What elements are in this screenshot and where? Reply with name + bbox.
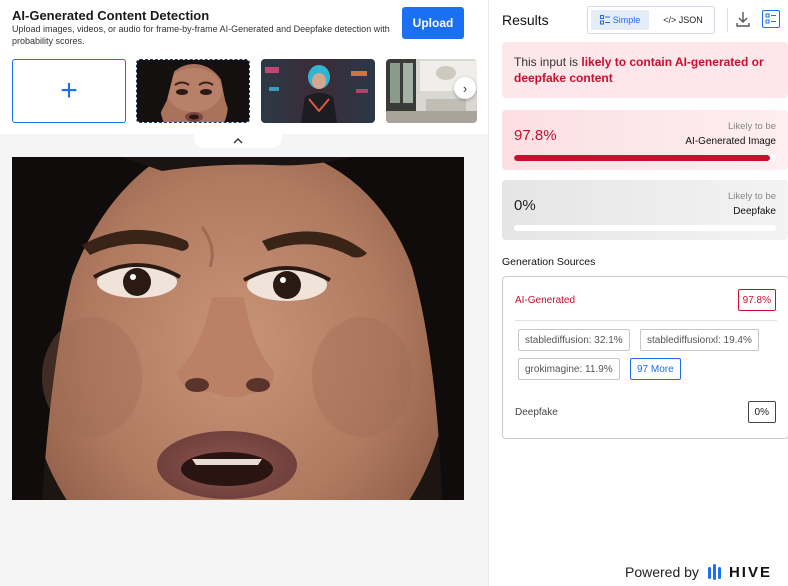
ai-generated-score-card: 97.8% Likely to be AI-Generated Image bbox=[502, 110, 788, 170]
json-view-label: </> JSON bbox=[663, 15, 703, 25]
results-panel: Results Simple </> JSON This input is li… bbox=[488, 0, 788, 586]
thumbnail-strip: + bbox=[12, 59, 477, 124]
source-chip: stablediffusion: 32.1% bbox=[518, 329, 630, 351]
deepfake-badge: 0% bbox=[747, 401, 776, 423]
download-icon[interactable] bbox=[735, 10, 751, 28]
simple-view-tab[interactable]: Simple bbox=[591, 10, 649, 30]
deepfake-score-likely: Likely to be bbox=[727, 191, 776, 202]
thumbnail-face[interactable] bbox=[136, 59, 250, 123]
more-sources-button[interactable]: 97 More bbox=[630, 358, 681, 380]
hive-logo[interactable]: HIVE bbox=[707, 563, 772, 581]
json-view-tab[interactable]: </> JSON bbox=[654, 10, 712, 30]
face-preview-image bbox=[12, 157, 464, 500]
ai-score-label: AI-Generated Image bbox=[685, 136, 776, 147]
deepfake-label: Deepfake bbox=[515, 407, 558, 418]
hive-brand-text: HIVE bbox=[728, 563, 772, 581]
source-chip: grokimagine: 11.9% bbox=[518, 358, 620, 380]
upload-panel: AI-Generated Content Detection Upload im… bbox=[0, 0, 488, 586]
thumbnail-cyberpunk[interactable] bbox=[261, 59, 375, 123]
add-media-button[interactable]: + bbox=[12, 59, 126, 123]
simple-view-label: Simple bbox=[612, 15, 641, 25]
verdict-banner: This input is likely to contain AI-gener… bbox=[502, 42, 788, 98]
toolbar-divider bbox=[727, 8, 728, 32]
next-thumbnails-button[interactable]: › bbox=[454, 77, 476, 99]
chevron-up-icon bbox=[233, 138, 243, 144]
ai-generated-label: AI-Generated bbox=[515, 295, 576, 306]
plus-icon: + bbox=[60, 74, 78, 107]
app-subtitle: Upload images, videos, or audio for fram… bbox=[12, 24, 390, 46]
simple-view-icon bbox=[599, 15, 610, 25]
ai-generated-badge: 97.8% bbox=[737, 289, 776, 311]
powered-by-text: Powered by bbox=[625, 564, 699, 580]
list-view-icon[interactable] bbox=[762, 10, 780, 28]
results-title: Results bbox=[502, 12, 549, 28]
deepfake-score-percent: 0% bbox=[514, 197, 536, 214]
hive-logo-icon bbox=[707, 564, 721, 580]
ai-score-likely: Likely to be bbox=[727, 121, 776, 132]
verdict-prefix: This input is bbox=[514, 55, 582, 69]
deepfake-score-card: 0% Likely to be Deepfake bbox=[502, 180, 788, 240]
chevron-right-icon: › bbox=[462, 80, 468, 96]
upload-button[interactable]: Upload bbox=[402, 7, 464, 39]
ai-score-bar-track bbox=[514, 155, 776, 161]
upload-header: AI-Generated Content Detection Upload im… bbox=[0, 0, 488, 134]
generation-sources-card: AI-Generated 97.8% stablediffusion: 32.1… bbox=[502, 276, 788, 439]
deepfake-score-bar-track bbox=[514, 225, 776, 231]
generation-sources-title: Generation Sources bbox=[502, 256, 596, 268]
sources-divider bbox=[515, 320, 777, 321]
ai-score-percent: 97.8% bbox=[514, 127, 557, 144]
source-chip: stablediffusionxl: 19.4% bbox=[640, 329, 759, 351]
face-thumbnail-image bbox=[137, 60, 249, 122]
collapse-thumbnails-button[interactable] bbox=[194, 134, 282, 148]
powered-by: Powered by HIVE bbox=[625, 563, 772, 581]
deepfake-score-label: Deepfake bbox=[733, 206, 776, 217]
ai-score-bar-fill bbox=[514, 155, 771, 161]
view-toggle: Simple </> JSON bbox=[587, 6, 715, 34]
cyberpunk-thumbnail-image bbox=[261, 59, 375, 123]
app-title: AI-Generated Content Detection bbox=[12, 8, 210, 23]
media-preview bbox=[12, 157, 464, 500]
